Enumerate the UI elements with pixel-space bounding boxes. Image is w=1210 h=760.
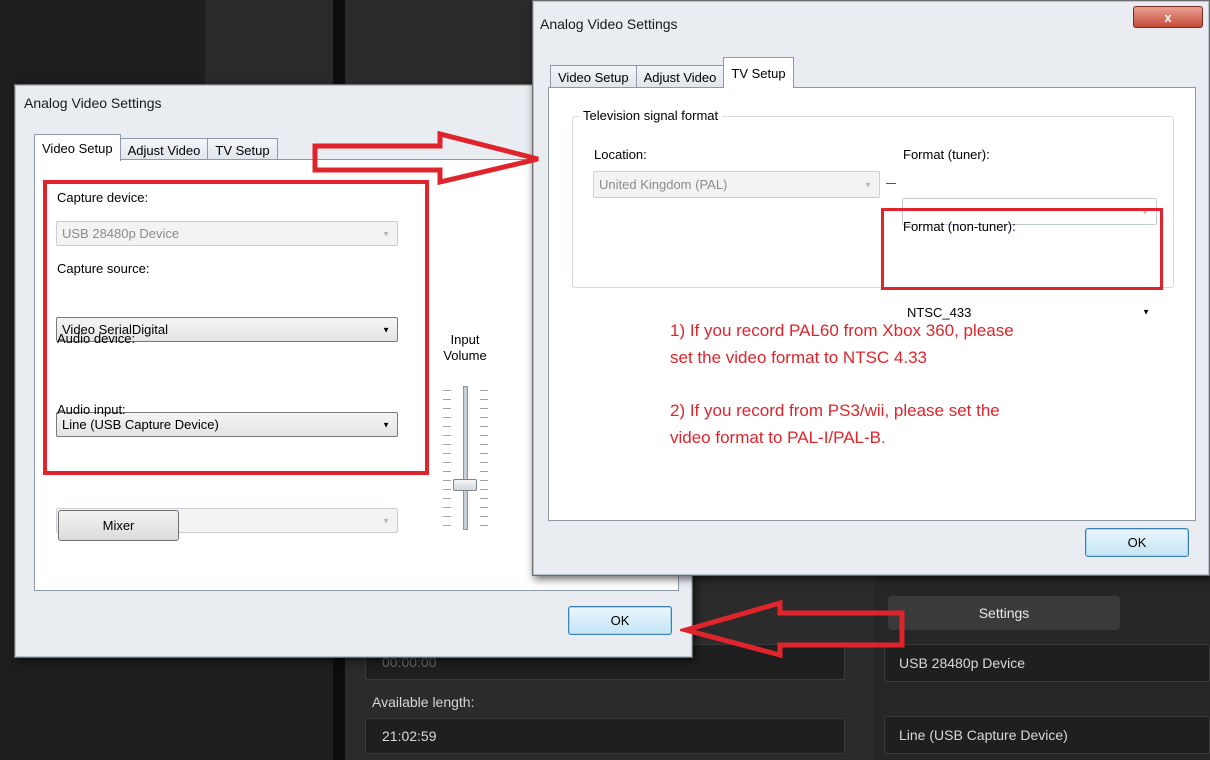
connector-line xyxy=(886,183,896,184)
close-icon[interactable]: x xyxy=(1133,6,1203,28)
dropdown-arrow-icon: ▼ xyxy=(864,180,872,189)
location-label: Location: xyxy=(594,147,647,162)
input-volume-label-line2: Volume xyxy=(443,348,487,363)
tab-strip: Video Setup Adjust Video TV Setup xyxy=(34,134,278,161)
annotation-note-1: 1) If you record PAL60 from Xbox 360, pl… xyxy=(670,317,1014,371)
highlight-box-right xyxy=(881,208,1163,290)
slider-ticks-left xyxy=(443,382,451,532)
input-volume-label-line1: Input xyxy=(450,332,480,347)
annotation-note-1-line1: 1) If you record PAL60 from Xbox 360, pl… xyxy=(670,321,1014,340)
tab-video-setup[interactable]: Video Setup xyxy=(34,134,121,161)
settings-button[interactable]: Settings xyxy=(888,596,1120,630)
signal-format-group-title: Television signal format xyxy=(579,108,723,123)
tab-adjust-video[interactable]: Adjust Video xyxy=(119,138,209,161)
annotation-note-2-line1: 2) If you record from PS3/wii, please se… xyxy=(670,401,1000,420)
available-length-field: 21:02:59 xyxy=(365,718,845,754)
arrow-left-icon xyxy=(680,600,905,659)
tab-tv-setup[interactable]: TV Setup xyxy=(723,57,794,88)
slider-thumb[interactable] xyxy=(453,478,477,491)
audio-select[interactable]: Line (USB Capture Device) xyxy=(884,716,1210,754)
audio-value: Line (USB Capture Device) xyxy=(899,727,1068,743)
dialog-title: Analog Video Settings xyxy=(24,95,162,111)
device-select[interactable]: USB 28480p Device xyxy=(884,644,1210,682)
tab-panel: Television signal format Location: Unite… xyxy=(548,87,1196,521)
format-tuner-label: Format (tuner): xyxy=(903,147,990,162)
dropdown-arrow-icon: ▼ xyxy=(1142,307,1150,317)
available-length-label: Available length: xyxy=(372,694,475,710)
annotation-note-2-line2: video format to PAL-I/PAL-B. xyxy=(670,428,886,447)
arrow-right-icon xyxy=(312,130,539,186)
highlight-box-left xyxy=(43,180,429,475)
tab-video-setup[interactable]: Video Setup xyxy=(550,65,637,88)
ok-button[interactable]: OK xyxy=(568,606,672,635)
available-length-value: 21:02:59 xyxy=(382,728,437,744)
tab-adjust-video[interactable]: Adjust Video xyxy=(635,65,725,88)
tab-tv-setup[interactable]: TV Setup xyxy=(207,138,278,161)
input-volume-label: Input Volume xyxy=(435,332,495,364)
slider-ticks-right xyxy=(480,382,488,532)
annotation-note-2: 2) If you record from PS3/wii, please se… xyxy=(670,397,1000,451)
location-select[interactable]: United Kingdom (PAL) ▼ xyxy=(593,171,880,198)
dropdown-arrow-icon: ▼ xyxy=(382,516,390,525)
device-value: USB 28480p Device xyxy=(899,655,1026,671)
dialog-title: Analog Video Settings xyxy=(540,16,678,32)
slider-track xyxy=(463,386,468,530)
input-volume-slider[interactable] xyxy=(443,382,488,532)
annotation-note-1-line2: set the video format to NTSC 4.33 xyxy=(670,348,928,367)
location-value: United Kingdom (PAL) xyxy=(599,177,728,192)
mixer-button[interactable]: Mixer xyxy=(58,510,179,541)
tab-strip: Video Setup Adjust Video TV Setup xyxy=(550,57,794,88)
ok-button[interactable]: OK xyxy=(1085,528,1189,557)
app-top-strip xyxy=(205,0,335,90)
